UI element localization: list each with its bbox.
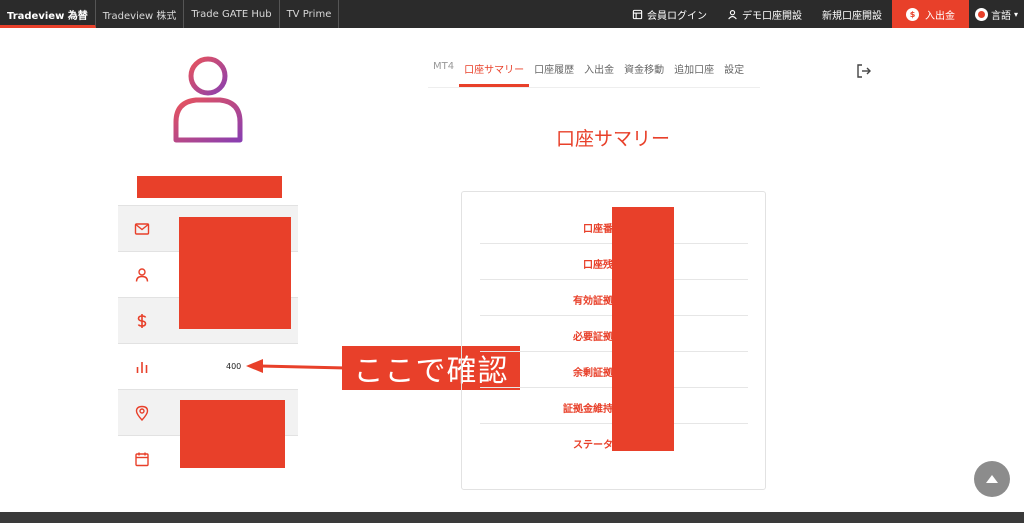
bar-chart-icon	[136, 361, 148, 373]
tab-account-summary[interactable]: 口座サマリー	[459, 58, 530, 87]
tab-mt4[interactable]: MT4	[428, 58, 459, 87]
dollar-coin-icon: $	[905, 7, 919, 21]
redacted-profile-block-bottom	[180, 400, 285, 468]
account-summary-card: 口座番号 口座残高 有効証拠金 必要証拠金 余剰証拠金 証拠金維持率 ステータス	[461, 191, 766, 490]
scroll-to-top-button[interactable]	[974, 461, 1010, 497]
member-login-label: 会員ログイン	[646, 10, 707, 22]
tab-account-history[interactable]: 口座履歴	[529, 58, 579, 87]
tab-add-account[interactable]: 追加口座	[669, 58, 719, 87]
language-label: 言語	[990, 10, 1011, 22]
japan-flag-icon	[974, 7, 988, 21]
user-icon	[728, 9, 737, 19]
deposit-label: 入出金	[924, 10, 955, 22]
nav-tab-trade-gate-hub[interactable]: Trade GATE Hub	[184, 0, 280, 28]
footer-bar	[0, 512, 1024, 523]
top-navigation-bar: Tradeview 為替 Tradeview 株式 Trade GATE Hub…	[0, 0, 1024, 28]
caret-up-icon	[986, 475, 998, 483]
login-icon	[632, 9, 643, 19]
redacted-user-name	[137, 176, 282, 198]
user-icon	[135, 267, 149, 282]
caret-down-icon: ▾	[1013, 9, 1018, 19]
tab-deposit-withdraw[interactable]: 入出金	[579, 58, 619, 87]
location-pin-icon	[135, 405, 149, 421]
member-login-link[interactable]: 会員ログイン	[622, 0, 717, 28]
tab-fund-transfer[interactable]: 資金移動	[619, 58, 669, 87]
nav-right-group: 会員ログイン デモ口座開設 新規口座開設 $ 入出金 言語 ▾	[622, 0, 1024, 28]
deposit-withdraw-button[interactable]: $ 入出金	[891, 0, 969, 28]
demo-account-label: デモ口座開設	[741, 10, 802, 22]
language-selector[interactable]: 言語 ▾	[969, 0, 1024, 28]
mail-icon	[134, 222, 150, 235]
nav-tab-tradeview-stocks[interactable]: Tradeview 株式	[96, 0, 185, 28]
redacted-summary-values	[612, 207, 674, 451]
account-tabs: MT4 口座サマリー 口座履歴 入出金 資金移動 追加口座 設定	[428, 58, 760, 88]
avatar-icon	[173, 56, 243, 143]
page-title: 口座サマリー	[555, 128, 670, 150]
calendar-icon	[135, 452, 149, 466]
new-account-label: 新規口座開設	[821, 10, 882, 22]
dollar-icon	[137, 313, 147, 328]
leverage-value: 400	[226, 362, 242, 371]
nav-tab-tradeview-fx[interactable]: Tradeview 為替	[0, 0, 96, 28]
redacted-profile-block-top	[179, 217, 291, 329]
new-account-link[interactable]: 新規口座開設	[812, 0, 892, 28]
annotation-arrow-icon	[246, 359, 346, 373]
nav-tab-tv-prime[interactable]: TV Prime	[280, 0, 340, 28]
demo-account-link[interactable]: デモ口座開設	[717, 0, 812, 28]
logout-icon[interactable]	[856, 63, 872, 79]
tab-settings[interactable]: 設定	[719, 58, 749, 87]
